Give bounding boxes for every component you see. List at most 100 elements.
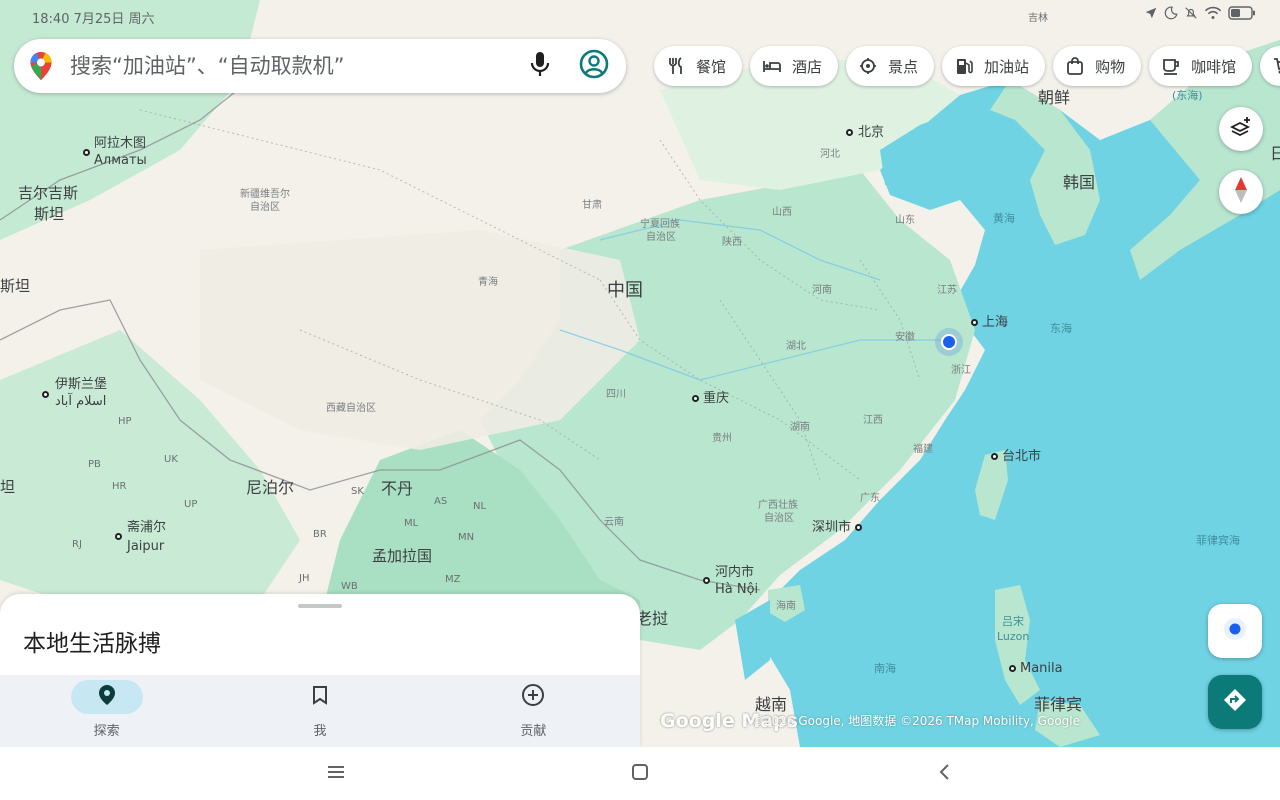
map-label-beijing[interactable]: 北京 <box>858 126 884 139</box>
chip-shopping[interactable]: 购物 <box>1053 46 1142 86</box>
map-label-laos[interactable]: 老挝 <box>636 611 668 627</box>
layers-icon <box>1229 115 1253 143</box>
city-dot-taipei[interactable] <box>991 453 998 460</box>
map-layers-button[interactable] <box>1219 107 1263 151</box>
map-label-nepal[interactable]: 尼泊尔 <box>246 480 294 496</box>
chip-hotels[interactable]: 酒店 <box>750 46 839 86</box>
map-label-islamabad-2[interactable]: اسلام آباد <box>55 395 106 408</box>
chip-restaurants[interactable]: 餐馆 <box>654 46 743 86</box>
map-label-sichuan: 四川 <box>606 389 626 400</box>
map-label-henan: 河南 <box>812 285 832 296</box>
cart-icon <box>1272 56 1280 76</box>
map-label-bhutan[interactable]: 不丹 <box>381 481 413 497</box>
map-attribution[interactable]: ©2026 Google, 地图数据 ©2026 TMap Mobility, … <box>752 712 1080 729</box>
city-dot-shanghai[interactable] <box>971 319 978 326</box>
map-label-kyrgyzstan-2[interactable]: 斯坦 <box>34 207 64 222</box>
nav-explore-label: 探索 <box>93 724 120 739</box>
map-label-philippines[interactable]: 菲律宾 <box>1034 697 1082 713</box>
system-back-button[interactable] <box>932 763 956 785</box>
search-input[interactable] <box>70 54 520 78</box>
system-home-button[interactable] <box>628 763 652 785</box>
chip-coffee[interactable]: 咖啡馆 <box>1149 46 1253 86</box>
map-label-uk: UK <box>164 454 178 465</box>
map-label-north-korea[interactable]: 朝鲜 <box>1038 90 1070 106</box>
map-label-sk: SK <box>351 486 364 497</box>
chip-gas-stations[interactable]: 加油站 <box>942 46 1046 86</box>
search-bar[interactable] <box>14 39 626 93</box>
map-label-china[interactable]: 中国 <box>607 282 643 300</box>
do-not-disturb-moon-icon <box>1164 6 1178 20</box>
map-label-hp: HP <box>118 416 132 427</box>
system-navigation-bar <box>0 747 1280 800</box>
map-label-rj: RJ <box>72 539 82 550</box>
nav-explore[interactable]: 探索 <box>0 675 213 747</box>
category-chips: 餐馆 酒店 景点 加油站 购物 咖啡馆 <box>654 46 1280 86</box>
notifications-off-icon <box>1184 6 1198 20</box>
map-label-anhui: 安徽 <box>895 332 915 343</box>
my-location-icon <box>1221 615 1249 647</box>
map-label-west-fragment[interactable]: 坦 <box>0 480 15 495</box>
bookmark-icon <box>312 685 328 709</box>
directions-button[interactable] <box>1208 675 1262 729</box>
system-menu-button[interactable] <box>324 763 348 785</box>
status-icons <box>1144 6 1256 20</box>
shopping-icon <box>1065 56 1085 76</box>
map-label-luzon-1: 吕宋 <box>1002 615 1024 628</box>
map-label-hr: HR <box>112 481 127 492</box>
map-label-tibet: 西藏自治区 <box>326 403 376 414</box>
map-label-nl: NL <box>473 501 487 512</box>
map-label-tajikistan-fragment[interactable]: 斯坦 <box>0 279 30 294</box>
map-label-bangladesh[interactable]: 孟加拉国 <box>372 549 432 564</box>
sheet-drag-handle[interactable] <box>298 604 342 608</box>
map-label-south-korea[interactable]: 韩国 <box>1063 175 1095 191</box>
map-label-taipei[interactable]: 台北市 <box>1002 450 1041 463</box>
map-label-jaipur-2[interactable]: Jaipur <box>127 540 164 553</box>
map-label-chongqing[interactable]: 重庆 <box>703 392 729 405</box>
map-label-as: AS <box>434 496 448 507</box>
nav-me[interactable]: 我 <box>213 675 426 747</box>
city-dot-beijing[interactable] <box>846 129 853 136</box>
map-label-shanxi: 山西 <box>772 207 792 218</box>
location-arrow-icon <box>1144 6 1158 20</box>
map-label-shenzhen[interactable]: 深圳市 <box>812 521 851 534</box>
voice-search-button[interactable] <box>520 46 560 86</box>
sheet-title: 本地生活脉搏 <box>23 631 161 657</box>
map-label-hanoi-2[interactable]: Hà Nội <box>715 583 758 596</box>
map-label-jaipur-1[interactable]: 斋浦尔 <box>127 521 166 534</box>
city-dot-jaipur[interactable] <box>115 533 122 540</box>
map-label-gansu: 甘肃 <box>582 200 602 211</box>
map-label-qinghai: 青海 <box>478 277 498 288</box>
my-location-button[interactable] <box>1208 604 1262 658</box>
attraction-icon <box>858 56 878 76</box>
city-dot-hanoi[interactable] <box>703 577 710 584</box>
hotel-icon <box>762 56 782 76</box>
my-location-dot[interactable] <box>941 334 957 350</box>
microphone-icon <box>529 51 551 81</box>
city-dot-almaty[interactable] <box>83 149 90 156</box>
city-dot-islamabad[interactable] <box>42 391 49 398</box>
city-dot-manila[interactable] <box>1009 665 1016 672</box>
map-label-shaanxi: 陕西 <box>722 237 742 248</box>
nav-contribute[interactable]: 贡献 <box>427 675 640 747</box>
chip-attractions[interactable]: 景点 <box>846 46 935 86</box>
city-dot-chongqing[interactable] <box>692 395 699 402</box>
battery-icon <box>1228 6 1256 20</box>
map-label-kyrgyzstan-1[interactable]: 吉尔吉斯 <box>18 186 78 201</box>
compass-button[interactable] <box>1219 170 1263 214</box>
chip-grocery-partial[interactable] <box>1260 46 1280 86</box>
map-label-guizhou: 贵州 <box>712 433 732 444</box>
map-label-yellow-sea: 黄海 <box>993 212 1015 225</box>
account-button[interactable] <box>574 46 614 86</box>
map-label-shanghai[interactable]: 上海 <box>982 316 1008 329</box>
map-label-islamabad-1[interactable]: 伊斯兰堡 <box>55 378 107 391</box>
map-label-japan-fragment[interactable]: 日 <box>1270 146 1280 162</box>
bottom-sheet[interactable]: 本地生活脉搏 探索 我 贡献 <box>0 594 640 747</box>
map-label-manila[interactable]: Manila <box>1020 662 1063 675</box>
map-label-hanoi-1[interactable]: 河内市 <box>715 566 754 579</box>
map-label-almaty-2[interactable]: Алматы <box>94 154 147 167</box>
map-label-almaty-1[interactable]: 阿拉木图 <box>94 137 146 150</box>
map-label-hubei: 湖北 <box>786 341 806 352</box>
coffee-icon <box>1161 56 1181 76</box>
city-dot-shenzhen[interactable] <box>855 524 862 531</box>
map-label-philippine-sea: 菲律宾海 <box>1196 534 1240 547</box>
